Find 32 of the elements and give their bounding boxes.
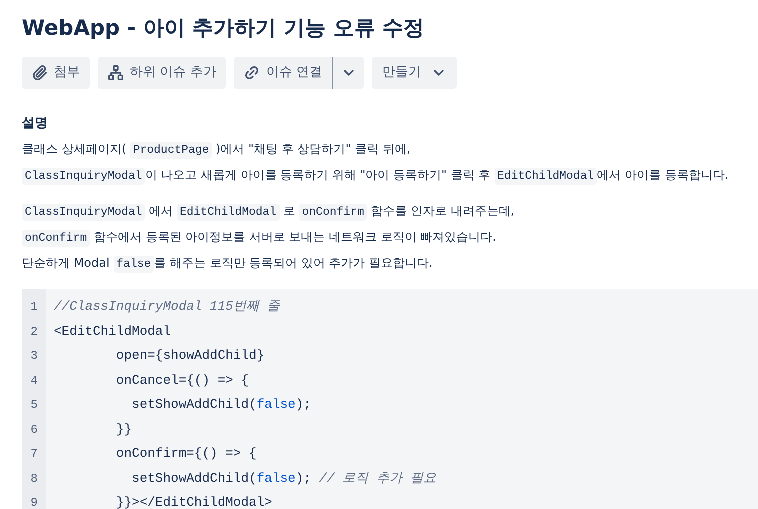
line-number: 7 [30,446,39,463]
code-line: //ClassInquiryModal 115번째 줄 [54,298,280,316]
line-number: 6 [30,422,39,438]
toolbar-button[interactable]: 첨부 [22,57,90,89]
code-line: onConfirm={() => { [115,445,257,463]
line-number: 4 [30,372,39,390]
line-number: 1 [30,299,39,316]
page-title: WebApp - 아이 추가하기 기능 오류 수정 [22,15,425,42]
line-number: 2 [30,324,39,340]
toolbar-button[interactable]: 만들기 [372,57,458,89]
line-number: 8 [30,470,39,488]
code-line: setShowAddChild(false); // 로직 추가 필요 [131,470,436,488]
hierarchy-icon [108,65,124,81]
toolbar-button[interactable]: 이슈 연결 [234,57,332,89]
description-line: ClassInquiryModal 이 나오고 새롭게 아이를 등록하기 위해 "아이 등록하기" 클릭 후 EditChildModal 에서 아이를 등록합니다. [22,163,729,189]
line-number: 5 [30,397,39,414]
description-line: onConfirm 함수에서 등록된 아이정보를 서버로 보내는 네트워크 로직이 빠져있습니다. [22,225,496,251]
section-heading: 설명 [22,115,48,133]
toolbar-button[interactable]: 하위 이슈 추가 [98,57,226,89]
description-line: 단순하게 Modal false 를 해주는 로직만 등록되어 있어 추가가 필요합니다. [22,255,433,275]
code-line: }}></EditChildModal> [115,494,272,509]
line-number: 9 [30,495,39,509]
code-line: open={showAddChild} [115,347,265,365]
description-line: ClassInquiryModal 에서 EditChildModal 로 onConfirm 함수를 인자로 내려주는데, [22,199,515,225]
description-line: 클래스 상세페이지( ProductPage )에서 "채팅 후 상담하기" 클릭 뒤에, [22,141,411,161]
paperclip-icon [32,65,48,81]
code-line: setShowAddChild(false); [131,396,312,414]
code-line: onCancel={() => { [115,372,250,390]
code-line: <EditChildModal [54,322,172,340]
line-number: 3 [30,348,39,365]
code-line: }} [115,420,132,438]
dropdown-button[interactable] [332,57,364,89]
